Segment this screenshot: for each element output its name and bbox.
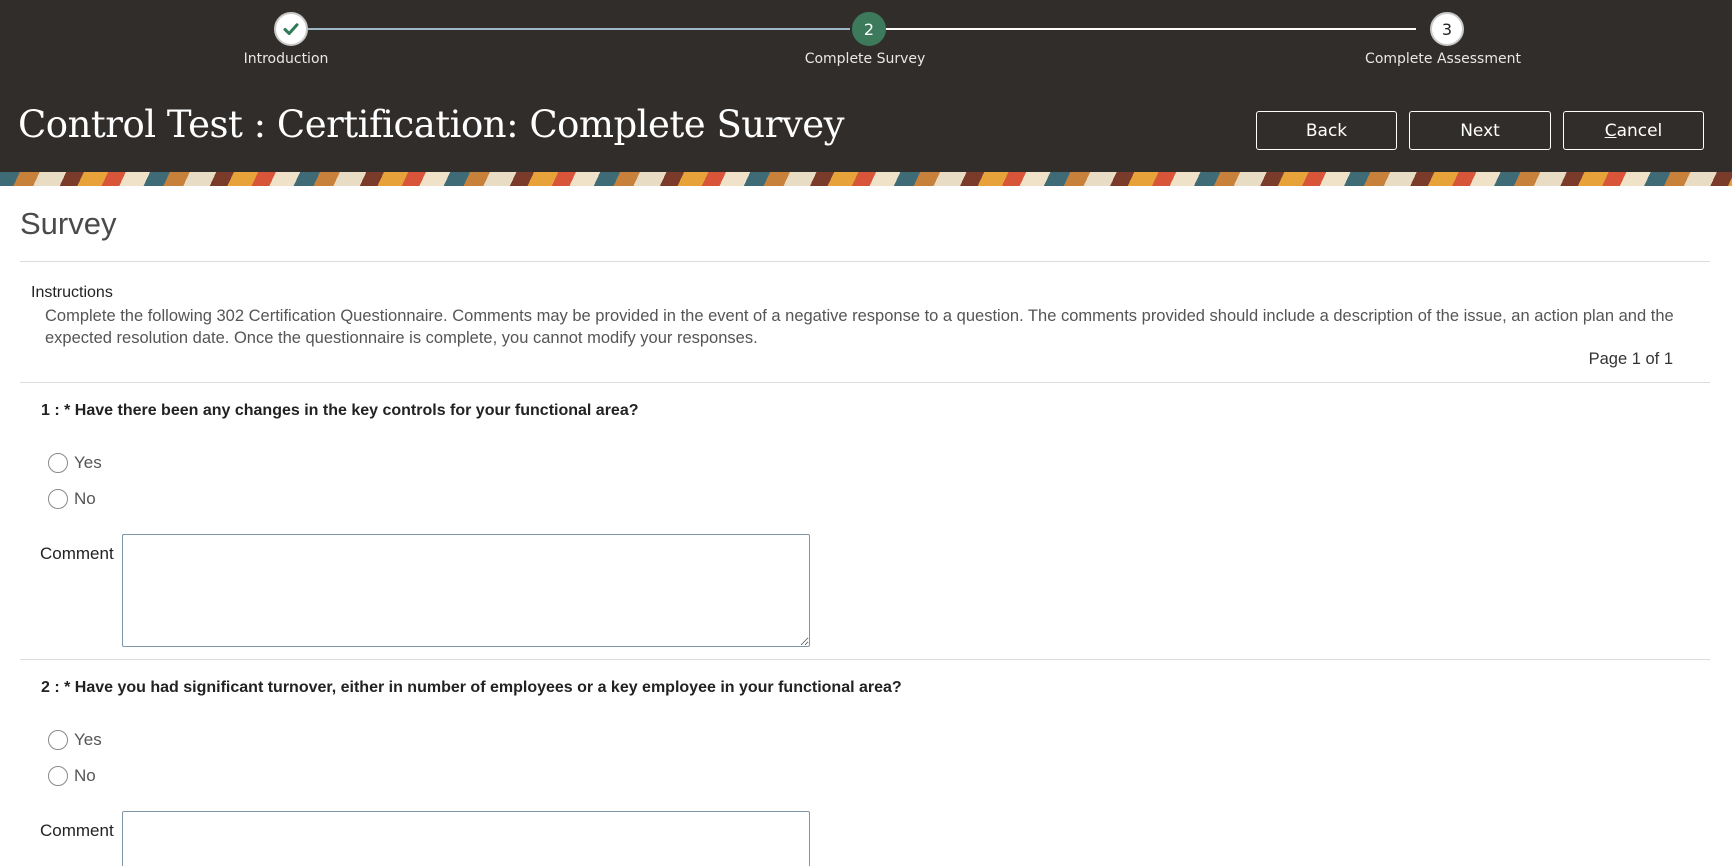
radio-button[interactable] bbox=[48, 766, 68, 786]
checkmark-icon bbox=[283, 23, 299, 35]
divider bbox=[20, 261, 1710, 262]
question-2-comment-input[interactable] bbox=[122, 811, 810, 866]
radio-label: Yes bbox=[74, 730, 102, 749]
radio-label: Yes bbox=[74, 453, 102, 472]
back-button[interactable]: Back bbox=[1256, 111, 1397, 150]
question-1-option-yes[interactable]: Yes bbox=[48, 453, 102, 473]
radio-button[interactable] bbox=[48, 489, 68, 509]
train-stop-complete-assessment[interactable]: 3 bbox=[1430, 12, 1464, 46]
next-button[interactable]: Next bbox=[1409, 111, 1551, 150]
section-title: Survey bbox=[20, 206, 117, 241]
train-stop-introduction[interactable] bbox=[274, 12, 308, 46]
question-1-comment-label: Comment bbox=[40, 544, 114, 563]
train-label-complete-survey: Complete Survey bbox=[804, 51, 926, 67]
question-2-option-no[interactable]: No bbox=[48, 766, 96, 786]
question-2: 2 : * Have you had significant turnover,… bbox=[41, 679, 902, 696]
decorative-banner bbox=[0, 172, 1732, 186]
radio-label: No bbox=[74, 489, 96, 508]
question-1-comment-input[interactable] bbox=[122, 534, 810, 647]
divider bbox=[20, 382, 1710, 383]
question-1-option-no[interactable]: No bbox=[48, 489, 96, 509]
radio-button[interactable] bbox=[48, 453, 68, 473]
instructions-text: Complete the following 302 Certification… bbox=[45, 307, 1674, 347]
question-2-option-yes[interactable]: Yes bbox=[48, 730, 102, 750]
divider bbox=[20, 659, 1710, 660]
cancel-access-key: C bbox=[1604, 120, 1617, 141]
radio-label: No bbox=[74, 766, 96, 785]
train-stop-complete-survey[interactable]: 2 bbox=[852, 12, 886, 46]
question-2-comment-label: Comment bbox=[40, 821, 114, 840]
train-connector-1 bbox=[306, 28, 850, 30]
question-1: 1 : * Have there been any changes in the… bbox=[41, 402, 639, 419]
cancel-button[interactable]: Cancel bbox=[1563, 111, 1704, 150]
train-label-introduction: Introduction bbox=[243, 51, 329, 67]
page-title: Control Test : Certification: Complete S… bbox=[18, 103, 845, 146]
train-label-complete-assessment: Complete Assessment bbox=[1365, 51, 1521, 67]
page-indicator: Page 1 of 1 bbox=[1588, 350, 1673, 368]
instructions-label: Instructions bbox=[31, 284, 113, 301]
page-header: 2 3 Introduction Complete Survey Complet… bbox=[0, 0, 1732, 172]
train-stop-number: 3 bbox=[1441, 19, 1453, 39]
cancel-label-rest: ancel bbox=[1616, 120, 1663, 141]
radio-button[interactable] bbox=[48, 730, 68, 750]
train-stop-number: 2 bbox=[863, 19, 875, 39]
train-connector-2 bbox=[886, 28, 1416, 30]
process-train: 2 3 Introduction Complete Survey Complet… bbox=[0, 0, 1732, 80]
